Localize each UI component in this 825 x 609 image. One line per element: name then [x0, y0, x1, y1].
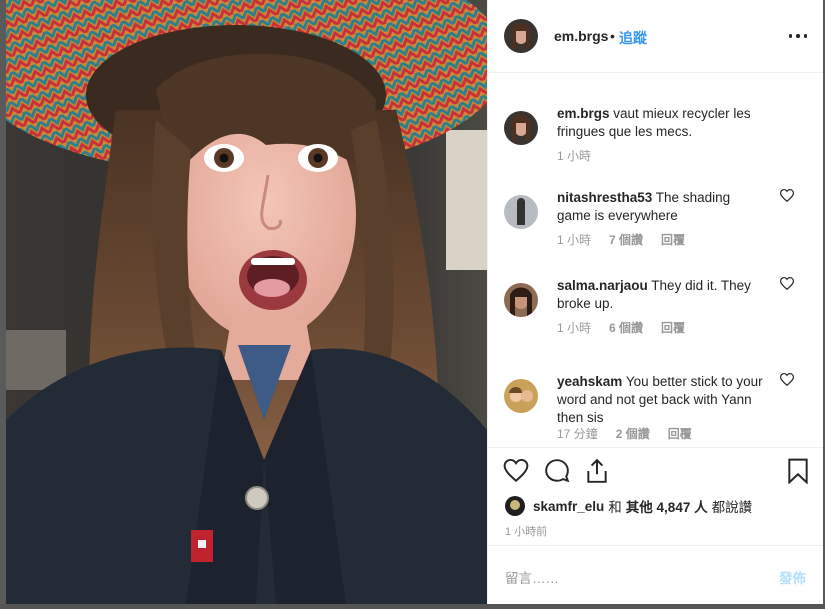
comment-likes-count[interactable]: 7 個讚: [609, 231, 643, 248]
reply-button[interactable]: 回覆: [661, 319, 685, 336]
comment-username[interactable]: yeahskam: [557, 374, 622, 389]
likes-summary: skamfr_elu 和 其他 4,847 人 都說讚: [505, 496, 756, 516]
comment-time[interactable]: 1 小時: [557, 319, 591, 336]
reply-button[interactable]: 回覆: [661, 231, 685, 248]
comment-time[interactable]: 17 分鐘: [557, 425, 598, 442]
comment-meta: 1 小時 7 個讚 回覆: [557, 231, 703, 248]
post-modal: em.brgs • 追蹤 em.brgs vaut mieux recycler…: [0, 0, 825, 604]
post-comment-button[interactable]: 發佈: [779, 567, 806, 587]
comment-time[interactable]: 1 小時: [557, 231, 591, 248]
commenter-avatar[interactable]: [504, 283, 538, 317]
author-avatar[interactable]: [504, 19, 538, 53]
comment-text: salma.narjaou They did it. They broke up…: [557, 277, 763, 313]
comment-meta: 17 分鐘 2 個讚 回覆: [557, 425, 710, 442]
post-photo[interactable]: [6, 0, 487, 604]
comment-username[interactable]: nitashrestha53: [557, 190, 652, 205]
comment-text: nitashrestha53 The shading game is every…: [557, 189, 763, 225]
likes-suffix: 都說讚: [711, 500, 753, 515]
comment-meta: 1 小時 6 個讚 回覆: [557, 319, 703, 336]
heart-icon[interactable]: [503, 458, 529, 484]
comment-input[interactable]: 留言……: [505, 567, 559, 587]
comments-list[interactable]: em.brgs vaut mieux recycler les fringues…: [488, 73, 823, 447]
comment-like-heart-icon[interactable]: [779, 372, 795, 387]
post-header: em.brgs • 追蹤: [488, 0, 823, 73]
separator-dot: •: [610, 28, 615, 44]
comment-text: yeahskam You better stick to your word a…: [557, 373, 763, 427]
comment-text: em.brgs vaut mieux recycler les fringues…: [557, 105, 763, 141]
post-side-panel: em.brgs • 追蹤 em.brgs vaut mieux recycler…: [487, 0, 823, 604]
more-options-icon[interactable]: [786, 24, 810, 48]
comment-meta: 1 小時: [557, 147, 609, 164]
post-actions: skamfr_elu 和 其他 4,847 人 都說讚 1 小時前: [488, 447, 823, 546]
bookmark-icon[interactable]: [785, 458, 811, 485]
liker-avatar[interactable]: [505, 496, 525, 516]
likes-others-count[interactable]: 其他 4,847 人: [626, 496, 708, 516]
comment-composer: 留言…… 發佈: [488, 545, 823, 605]
comment-likes-count[interactable]: 6 個讚: [609, 319, 643, 336]
author-username[interactable]: em.brgs: [554, 28, 608, 44]
overlay-backdrop: [0, 604, 825, 609]
likes-connector: 和: [608, 500, 622, 515]
comment-username[interactable]: em.brgs: [557, 106, 610, 121]
liker-username[interactable]: skamfr_elu: [533, 499, 604, 514]
comment-username[interactable]: salma.narjaou: [557, 278, 648, 293]
commenter-avatar[interactable]: [504, 195, 538, 229]
comment-time[interactable]: 1 小時: [557, 147, 591, 164]
comment-like-heart-icon[interactable]: [779, 188, 795, 203]
reply-button[interactable]: 回覆: [668, 425, 692, 442]
comment-icon[interactable]: [544, 458, 570, 484]
comment-like-heart-icon[interactable]: [779, 276, 795, 291]
posted-time[interactable]: 1 小時前: [505, 523, 547, 539]
commenter-avatar[interactable]: [504, 111, 538, 145]
comment-likes-count[interactable]: 2 個讚: [616, 425, 650, 442]
commenter-avatar[interactable]: [504, 379, 538, 413]
share-icon[interactable]: [584, 458, 610, 484]
selfie-illustration: [6, 0, 487, 604]
follow-button[interactable]: 追蹤: [619, 28, 647, 48]
